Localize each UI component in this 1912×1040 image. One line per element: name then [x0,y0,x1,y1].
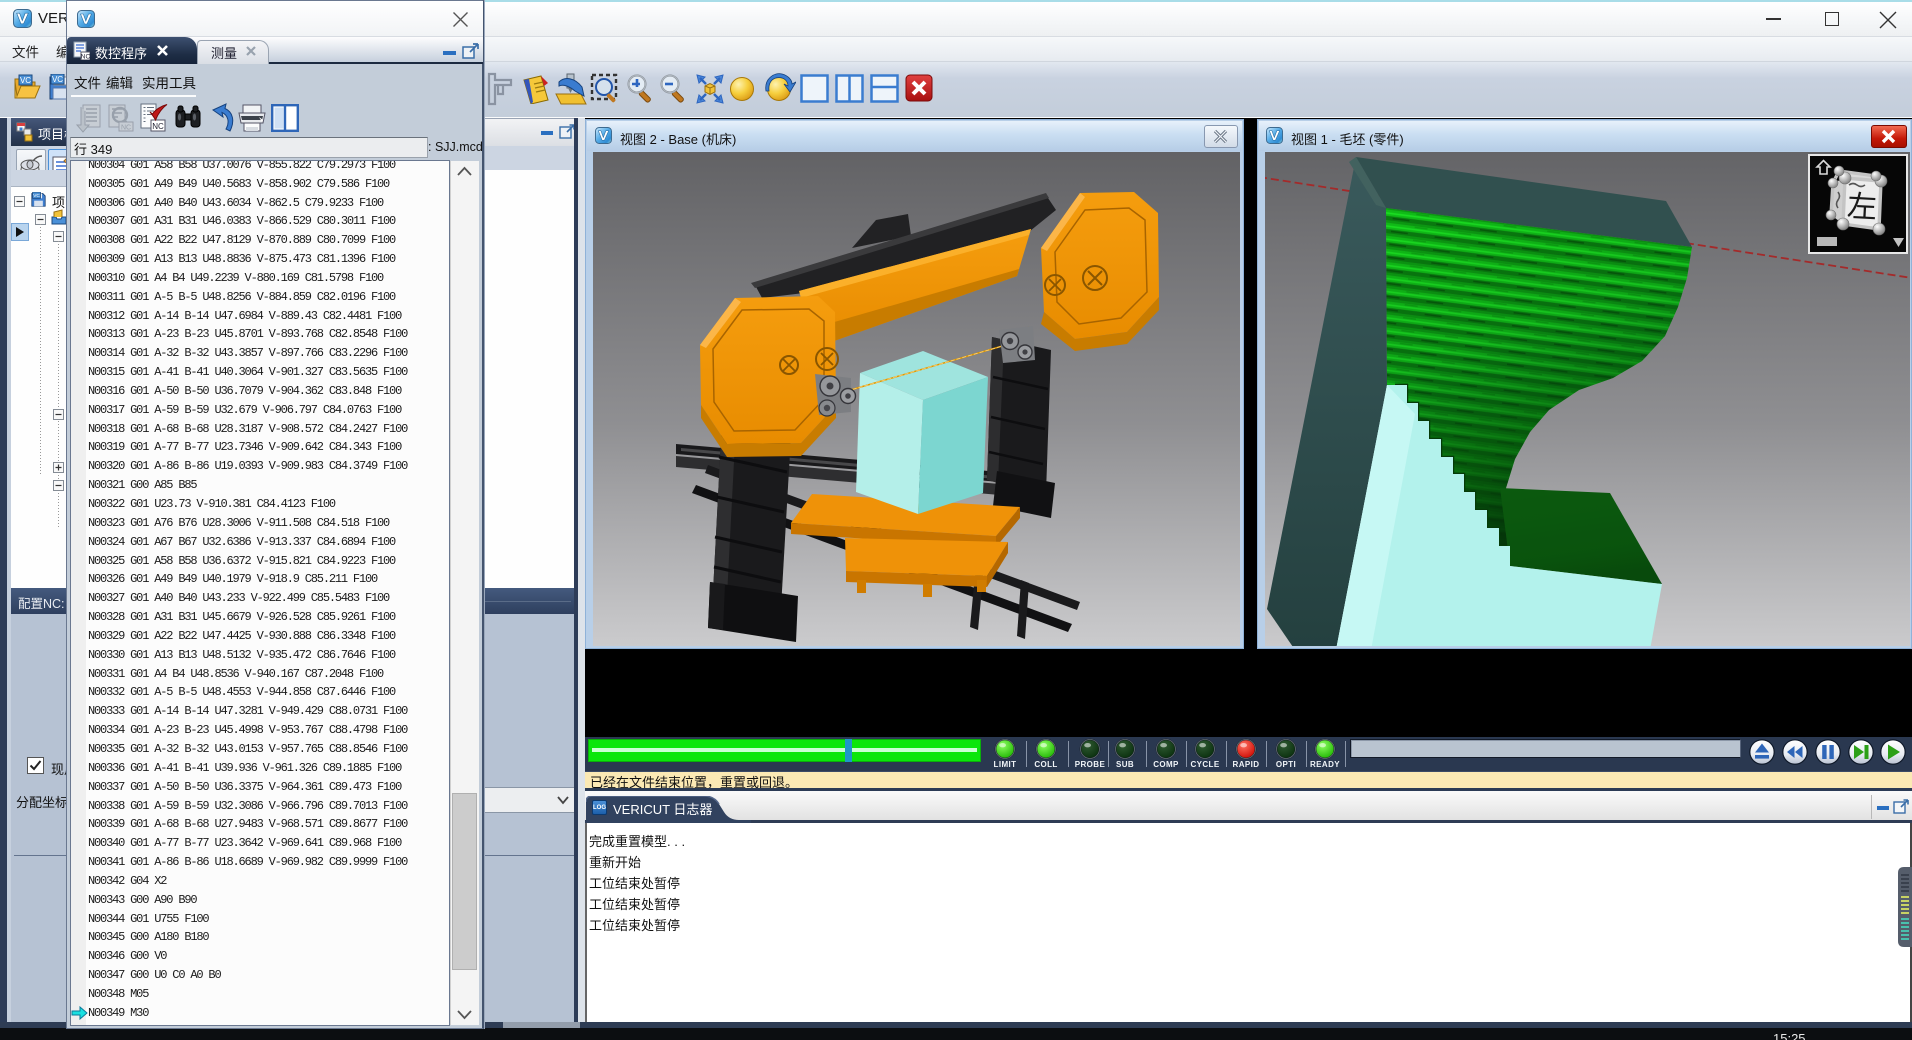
svg-text:NC: NC [121,125,131,132]
svg-text:NC: NC [81,54,90,61]
svg-text:NC: NC [152,122,164,131]
svg-text:VC: VC [20,76,31,85]
svg-text:VC: VC [33,193,40,199]
svg-text:VC: VC [52,75,63,84]
svg-text:左: 左 [1846,181,1878,227]
